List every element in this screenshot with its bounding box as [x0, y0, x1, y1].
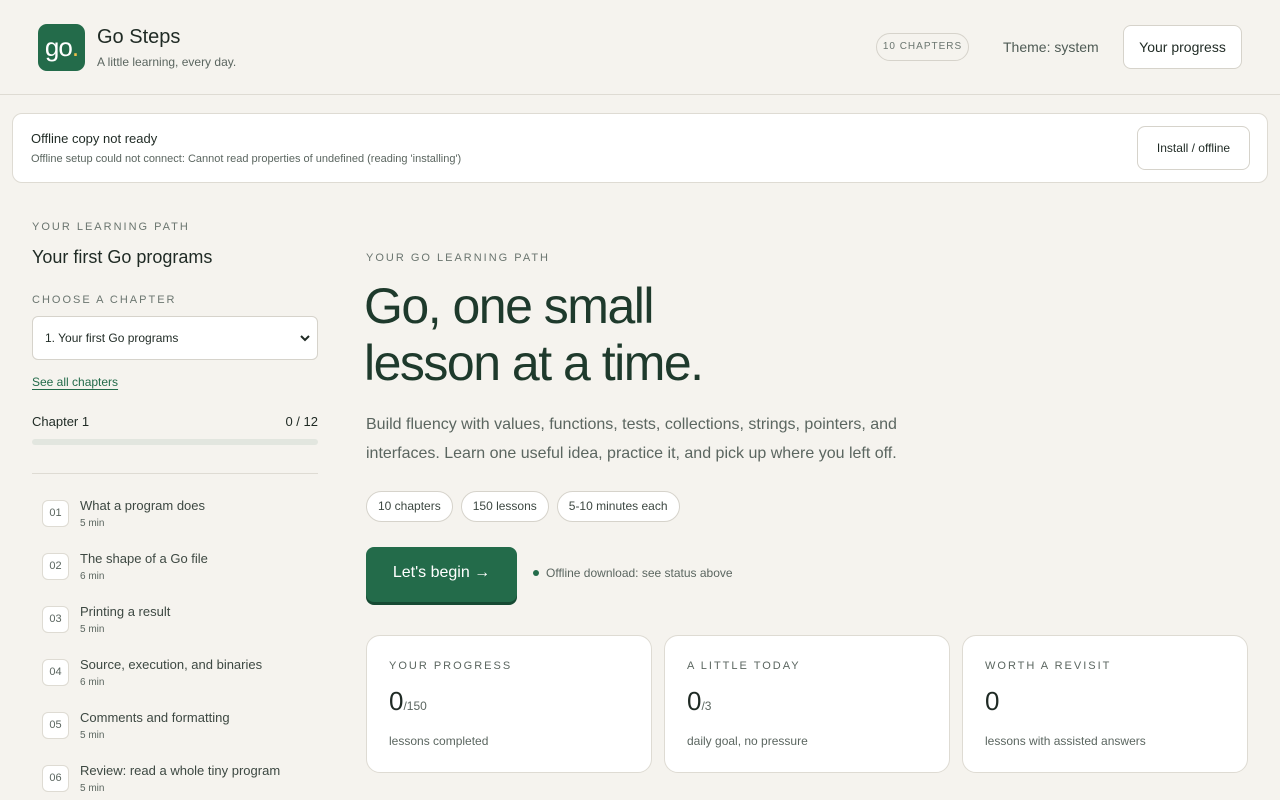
lesson-item[interactable]: 06 Review: read a whole tiny program 5 m… [32, 758, 318, 800]
sidebar-eyebrow: YOUR LEARNING PATH [32, 221, 190, 233]
go-logo[interactable]: go. [38, 24, 85, 71]
theme-toggle-button[interactable]: Theme: system [1003, 39, 1099, 55]
chevron-down-icon [300, 335, 310, 342]
hero-title: Go, one small lesson at a time. [364, 278, 964, 392]
lesson-title: The shape of a Go file [80, 551, 208, 566]
choose-chapter-label: CHOOSE A CHAPTER [32, 294, 177, 306]
lesson-item[interactable]: 02 The shape of a Go file 6 min [32, 546, 318, 599]
hero-title-line-2: lesson at a time. [364, 335, 704, 391]
lesson-duration: 6 min [80, 571, 105, 582]
lets-begin-button[interactable]: Let's begin → [366, 547, 517, 602]
lesson-duration: 5 min [80, 730, 105, 741]
lesson-item[interactable]: 03 Printing a result 5 min [32, 599, 318, 652]
lesson-title: Source, execution, and binaries [80, 657, 263, 672]
see-all-chapters-link[interactable]: See all chapters [32, 375, 118, 389]
chapter-progress-bar [32, 439, 318, 445]
logo-text: go [44, 32, 73, 62]
stat-label: WORTH A REVISIT [985, 660, 1112, 672]
chapters-pill: 10 chapters [366, 491, 453, 522]
chapter-select-value: 1. Your first Go programs [45, 331, 179, 345]
stat-card-progress: YOUR PROGRESS 0/150 lessons completed [366, 635, 652, 773]
duration-pill: 5-10 minutes each [556, 491, 680, 522]
stat-number: 0 [389, 686, 404, 716]
lesson-duration: 5 min [80, 518, 105, 529]
lesson-item[interactable]: 05 Comments and formatting 5 min [32, 705, 318, 758]
app-title: Go Steps [97, 26, 181, 48]
lessons-pill: 150 lessons [460, 491, 549, 522]
chapter-count: 0 / 12 [285, 414, 318, 429]
download-status: Offline download: see status above [546, 566, 733, 580]
lesson-number: 02 [42, 553, 69, 580]
stat-number: 0 [687, 686, 702, 716]
sidebar-divider [32, 473, 318, 474]
lesson-title: Printing a result [80, 604, 171, 619]
stat-value: 0/150 [389, 686, 427, 717]
app-subtitle: A little learning, every day. [97, 55, 237, 69]
chapter-select[interactable]: 1. Your first Go programs [32, 316, 318, 360]
stat-caption: daily goal, no pressure [687, 734, 808, 748]
lesson-title: Review: read a whole tiny program [80, 763, 281, 778]
stat-value: 0/3 [687, 686, 711, 717]
lesson-item[interactable]: 01 What a program does 5 min [32, 493, 318, 546]
hero-description: Build fluency with values, functions, te… [366, 416, 897, 462]
lesson-duration: 6 min [80, 677, 105, 688]
your-progress-button[interactable]: Your progress [1123, 25, 1242, 69]
hero-title-line-1: Go, one small [364, 278, 654, 334]
lesson-number: 03 [42, 606, 69, 633]
stat-label: YOUR PROGRESS [389, 660, 513, 672]
stat-caption: lessons completed [389, 734, 489, 748]
chapter-label: Chapter 1 [32, 414, 90, 429]
stat-card-daily-goal: A LITTLE TODAY 0/3 daily goal, no pressu… [664, 635, 950, 773]
stat-denominator: /3 [701, 699, 712, 713]
offline-banner: Offline copy not ready Offline setup cou… [12, 113, 1268, 183]
lesson-number: 05 [42, 712, 69, 739]
banner-message: Offline setup could not connect: Cannot … [31, 153, 462, 165]
stat-card-revisit: WORTH A REVISIT 0 lessons with assisted … [962, 635, 1248, 773]
banner-title: Offline copy not ready [31, 131, 158, 146]
hero-eyebrow: YOUR GO LEARNING PATH [366, 252, 551, 264]
stat-label: A LITTLE TODAY [687, 660, 801, 672]
stat-caption: lessons with assisted answers [985, 734, 1146, 748]
lesson-title: What a program does [80, 498, 206, 513]
lesson-number: 01 [42, 500, 69, 527]
lesson-number: 06 [42, 765, 69, 792]
install-offline-button[interactable]: Install / offline [1137, 126, 1250, 170]
status-dot-icon [533, 570, 539, 576]
stat-number: 0 [985, 686, 1000, 716]
lesson-duration: 5 min [80, 783, 105, 794]
lesson-list: 01 What a program does 5 min 02 The shap… [32, 493, 318, 800]
stat-denominator: /150 [403, 699, 427, 713]
app-header: go. Go Steps A little learning, every da… [0, 0, 1280, 95]
stats-row: YOUR PROGRESS 0/150 lessons completed A … [366, 635, 1248, 773]
logo-dot: . [71, 32, 79, 62]
lesson-number: 04 [42, 659, 69, 686]
chapters-badge: 10 CHAPTERS [876, 33, 969, 61]
stat-value: 0 [985, 686, 999, 717]
lesson-duration: 5 min [80, 624, 105, 635]
lesson-item[interactable]: 04 Source, execution, and binaries 6 min [32, 652, 318, 705]
course-facts: 10 chapters 150 lessons 5-10 minutes eac… [366, 491, 680, 522]
lesson-title: Comments and formatting [80, 710, 230, 725]
sidebar-title: Your first Go programs [32, 247, 213, 267]
